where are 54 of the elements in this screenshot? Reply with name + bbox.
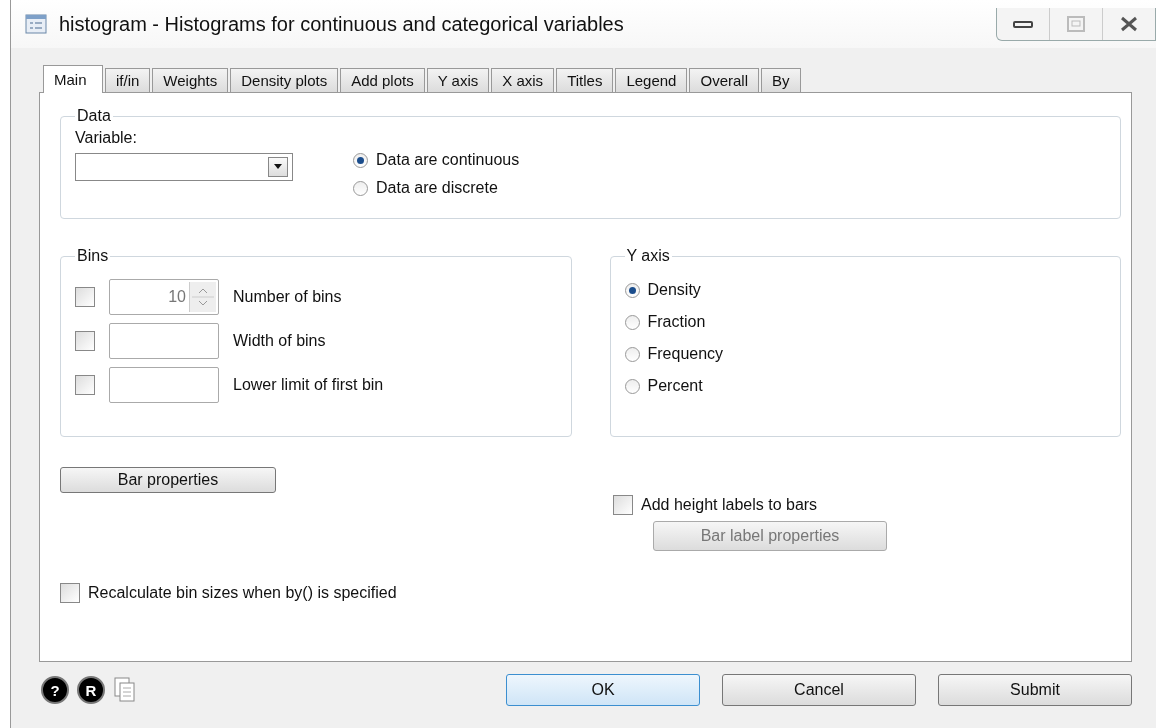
tab[interactable]: Weights bbox=[152, 68, 229, 92]
tab[interactable]: By bbox=[761, 68, 801, 92]
caret-icon bbox=[273, 164, 283, 170]
checkbox[interactable] bbox=[75, 287, 95, 307]
radio-label: Data are continuous bbox=[376, 151, 520, 169]
input-field[interactable] bbox=[109, 323, 219, 359]
field-label: Number of bins bbox=[233, 288, 342, 306]
radio-label: Data are discrete bbox=[376, 179, 498, 197]
tab[interactable]: Density plots bbox=[230, 68, 339, 92]
checkbox[interactable] bbox=[613, 495, 633, 515]
help-button[interactable]: ? bbox=[41, 676, 69, 704]
copy-icon[interactable] bbox=[113, 676, 137, 704]
dialog-button[interactable]: Cancel bbox=[722, 674, 916, 706]
group-legend: Bins bbox=[75, 247, 111, 265]
radio-button[interactable] bbox=[353, 180, 368, 196]
tab[interactable]: Main bbox=[43, 65, 103, 93]
maximize-icon bbox=[1067, 16, 1085, 32]
input-field[interactable] bbox=[109, 367, 219, 403]
variable-dropdown[interactable] bbox=[75, 153, 293, 181]
spinner-field[interactable]: 10 bbox=[109, 279, 219, 315]
radio-label: Density bbox=[647, 281, 701, 299]
checkbox-label: Add height labels to bars bbox=[641, 496, 818, 514]
dialog-button[interactable]: Submit bbox=[938, 674, 1132, 706]
tab[interactable]: X axis bbox=[491, 68, 555, 92]
group-legend: Y axis bbox=[624, 247, 672, 265]
checkbox[interactable] bbox=[75, 331, 95, 351]
radio-label: Percent bbox=[647, 377, 703, 395]
reset-button[interactable]: R bbox=[77, 676, 105, 704]
tab[interactable]: if/in bbox=[105, 68, 151, 92]
dialog-button[interactable]: OK bbox=[506, 674, 700, 706]
radio-label: Fraction bbox=[647, 313, 706, 331]
checkbox-label: Recalculate bin sizes when by() is specified bbox=[88, 584, 397, 602]
radio-button[interactable] bbox=[624, 314, 640, 330]
group-legend: Data bbox=[75, 107, 113, 125]
tab[interactable]: Legend bbox=[615, 68, 688, 92]
minimize-icon bbox=[1012, 19, 1034, 29]
bar-properties-button[interactable]: Bar properties bbox=[60, 467, 276, 493]
radio-button[interactable] bbox=[353, 152, 368, 168]
radio-button[interactable] bbox=[624, 346, 640, 362]
tab[interactable]: Add plots bbox=[340, 68, 425, 92]
tab[interactable]: Y axis bbox=[426, 68, 490, 92]
radio-button[interactable] bbox=[624, 282, 640, 298]
radio-button[interactable] bbox=[624, 378, 640, 394]
radio-label: Frequency bbox=[647, 345, 724, 363]
field-label: Lower limit of first bin bbox=[233, 376, 384, 394]
dialog-icon bbox=[25, 14, 47, 34]
window-title: histogram - Histograms for continuous and categorical variables bbox=[59, 12, 624, 36]
tab[interactable]: Titles bbox=[556, 68, 614, 92]
tab[interactable]: Overall bbox=[689, 68, 759, 92]
field-label: Width of bins bbox=[233, 332, 326, 350]
close-icon bbox=[1119, 16, 1139, 32]
checkbox[interactable] bbox=[60, 583, 80, 603]
field-label: Variable: bbox=[75, 129, 138, 147]
checkbox[interactable] bbox=[75, 375, 95, 395]
